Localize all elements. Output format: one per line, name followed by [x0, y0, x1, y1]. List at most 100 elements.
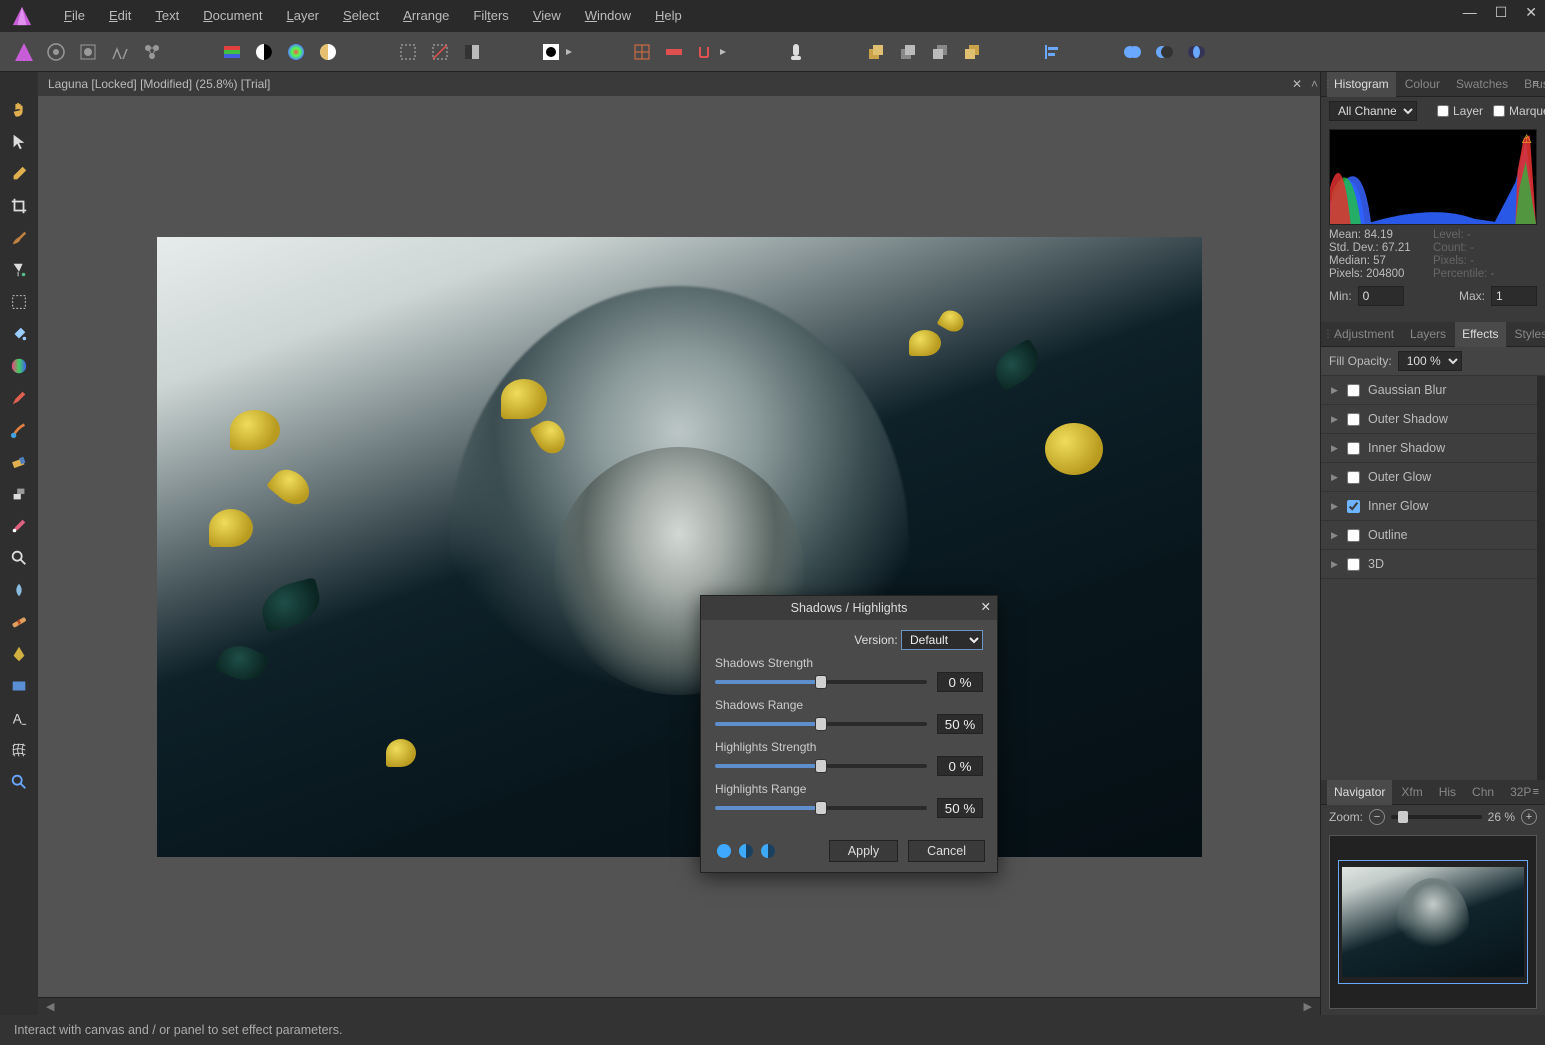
window-close-icon[interactable]: ✕	[1525, 4, 1537, 21]
effects-scrollbar[interactable]	[1537, 376, 1545, 780]
effect-checkbox[interactable]	[1347, 471, 1360, 484]
horizontal-scrollbar[interactable]: ◀ ▶	[38, 997, 1320, 1015]
tab-xfm[interactable]: Xfm	[1394, 780, 1429, 805]
window-minimize-icon[interactable]: —	[1463, 4, 1477, 21]
panel-drag-handle-icon[interactable]: ⋮⋮	[1323, 787, 1343, 798]
menu-document[interactable]: Document	[191, 0, 274, 32]
menu-text[interactable]: Text	[143, 0, 191, 32]
panel-menu-icon[interactable]: ≡	[1533, 786, 1539, 798]
histogram-max-input[interactable]	[1491, 286, 1537, 306]
zoom-tool-icon[interactable]	[9, 772, 29, 792]
slider-shadows-range[interactable]	[715, 722, 927, 726]
zoom-in-button[interactable]: +	[1521, 809, 1537, 825]
effect-checkbox[interactable]	[1347, 384, 1360, 397]
tab-effects[interactable]: Effects	[1455, 322, 1505, 347]
crop-tool-icon[interactable]	[9, 196, 29, 216]
scroll-right-icon[interactable]: ▶	[1304, 1000, 1312, 1013]
effect-item-outer-glow[interactable]: ▶Outer Glow	[1321, 463, 1537, 492]
paint-brush-tool-icon[interactable]	[9, 388, 29, 408]
boolean-subtract-icon[interactable]	[1152, 40, 1176, 64]
effect-item-inner-glow[interactable]: ▶Inner Glow	[1321, 492, 1537, 521]
canvas-viewport[interactable]	[38, 96, 1320, 997]
menu-window[interactable]: Window	[573, 0, 643, 32]
effect-checkbox[interactable]	[1347, 529, 1360, 542]
fill-opacity-select[interactable]: 100 %	[1398, 351, 1462, 371]
persona-export-icon[interactable]	[140, 40, 164, 64]
zoom-slider[interactable]	[1391, 815, 1482, 819]
adjust-softproof-icon[interactable]	[316, 40, 340, 64]
colour-picker-tool-icon[interactable]	[9, 164, 29, 184]
flood-select-tool-icon[interactable]	[9, 260, 29, 280]
slider-highlights-strength[interactable]	[715, 764, 927, 768]
arrange-front-icon[interactable]	[864, 40, 888, 64]
arrange-backward-icon[interactable]	[928, 40, 952, 64]
panel-drag-handle-icon[interactable]: ⋮⋮	[1323, 329, 1343, 340]
marquee-tool-icon[interactable]	[9, 292, 29, 312]
effect-checkbox[interactable]	[1347, 442, 1360, 455]
canvas-image[interactable]	[157, 237, 1202, 857]
adjust-palette-icon[interactable]	[220, 40, 244, 64]
panel-menu-icon[interactable]: ≡	[1533, 78, 1539, 90]
apply-button[interactable]: Apply	[829, 840, 898, 862]
hand-tool-icon[interactable]	[9, 100, 29, 120]
version-select[interactable]: Default	[901, 630, 983, 650]
histogram-layer-checkbox[interactable]: Layer	[1437, 104, 1483, 118]
scroll-left-icon[interactable]: ◀	[46, 1000, 54, 1013]
move-tool-icon[interactable]	[9, 132, 29, 152]
erase-tool-icon[interactable]	[9, 452, 29, 472]
blur-tool-icon[interactable]	[9, 580, 29, 600]
effect-item-3d[interactable]: ▶3D	[1321, 550, 1537, 579]
slider-value-input[interactable]	[937, 714, 983, 734]
slider-value-input[interactable]	[937, 672, 983, 692]
menu-file[interactable]: File	[52, 0, 97, 32]
persona-liquify-icon[interactable]	[44, 40, 68, 64]
preview-mirror-icon[interactable]	[761, 844, 775, 858]
assistant-icon[interactable]	[784, 40, 808, 64]
arrange-forward-icon[interactable]	[896, 40, 920, 64]
dialog-titlebar[interactable]: Shadows / Highlights ✕	[701, 596, 997, 620]
persona-develop-icon[interactable]	[76, 40, 100, 64]
navigator-preview[interactable]	[1329, 835, 1537, 1009]
adjust-bw-icon[interactable]	[252, 40, 276, 64]
effect-checkbox[interactable]	[1347, 558, 1360, 571]
ruler-icon[interactable]	[662, 40, 686, 64]
dialog-close-icon[interactable]: ✕	[981, 599, 991, 614]
histogram-channel-select[interactable]: All Channels	[1329, 101, 1417, 121]
chevron-up-icon[interactable]: ˄	[1311, 77, 1318, 91]
zoom-out-button[interactable]: −	[1369, 809, 1385, 825]
effect-item-gaussian-blur[interactable]: ▶Gaussian Blur	[1321, 376, 1537, 405]
pen-tool-icon[interactable]	[9, 644, 29, 664]
selection-all-icon[interactable]	[396, 40, 420, 64]
histogram-marquee-checkbox[interactable]: Marquee	[1493, 104, 1545, 118]
menu-layer[interactable]: Layer	[274, 0, 331, 32]
slider-shadows-strength[interactable]	[715, 680, 927, 684]
boolean-add-icon[interactable]	[1120, 40, 1144, 64]
snapping-icon[interactable]	[694, 40, 728, 64]
quickmask-icon[interactable]	[540, 40, 574, 64]
effect-item-outer-shadow[interactable]: ▶Outer Shadow	[1321, 405, 1537, 434]
selection-invert-icon[interactable]	[460, 40, 484, 64]
arrange-back-icon[interactable]	[960, 40, 984, 64]
dodge-tool-icon[interactable]	[9, 548, 29, 568]
persona-photo-icon[interactable]	[12, 40, 36, 64]
clone-tool-icon[interactable]	[9, 484, 29, 504]
menu-help[interactable]: Help	[643, 0, 694, 32]
menu-arrange[interactable]: Arrange	[391, 0, 461, 32]
mesh-warp-tool-icon[interactable]	[9, 740, 29, 760]
effect-item-outline[interactable]: ▶Outline	[1321, 521, 1537, 550]
tab-swatches[interactable]: Swatches	[1449, 72, 1515, 97]
menu-view[interactable]: View	[521, 0, 573, 32]
menu-filters[interactable]: Filters	[461, 0, 520, 32]
healing-tool-icon[interactable]	[9, 612, 29, 632]
flood-fill-tool-icon[interactable]	[9, 324, 29, 344]
slider-value-input[interactable]	[937, 798, 983, 818]
boolean-intersect-icon[interactable]	[1184, 40, 1208, 64]
persona-tonemap-icon[interactable]	[108, 40, 132, 64]
rectangle-tool-icon[interactable]	[9, 676, 29, 696]
slider-highlights-range[interactable]	[715, 806, 927, 810]
gradient-tool-icon[interactable]	[9, 356, 29, 376]
effect-item-inner-shadow[interactable]: ▶Inner Shadow	[1321, 434, 1537, 463]
selection-brush-tool-icon[interactable]	[9, 228, 29, 248]
text-tool-icon[interactable]: A	[9, 708, 29, 728]
paint-mixer-brush-tool-icon[interactable]	[9, 420, 29, 440]
